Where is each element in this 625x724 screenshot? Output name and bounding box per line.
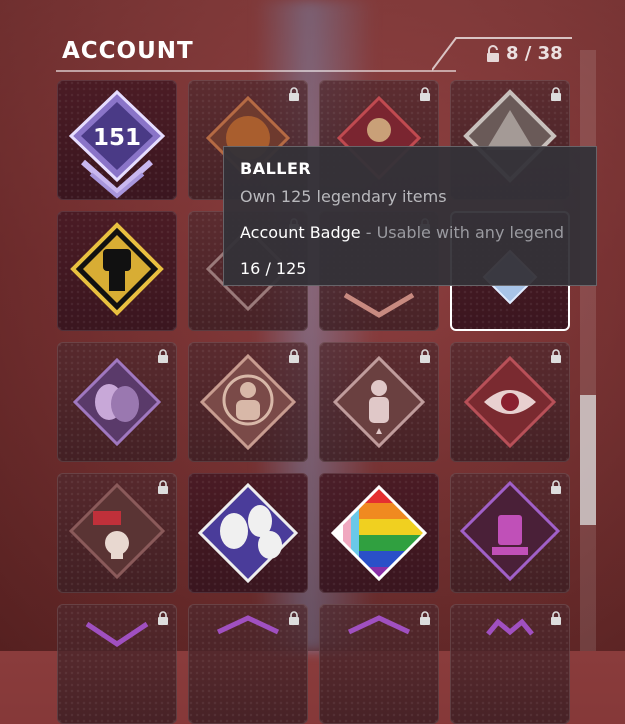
lock-icon [551,480,561,494]
tooltip-type: Account Badge - Usable with any legend [240,223,564,242]
lock-icon [551,87,561,101]
badge-tile-pride-flag[interactable] [319,473,439,593]
section-header: ACCOUNT 8 / 38 [0,0,625,80]
badge-tile-eye[interactable] [450,342,570,462]
lock-icon [289,611,299,625]
badge-tile-r5c4[interactable] [450,604,570,724]
pride-flag-icon [330,484,428,582]
badge-tile-skull-flag[interactable] [57,473,177,593]
lock-icon [551,611,561,625]
lock-icon [420,87,430,101]
badge-tile-squad[interactable] [319,342,439,462]
badge-tile-purple-emblem[interactable] [450,473,570,593]
badge-tile-theater-masks[interactable] [57,342,177,462]
badge-tile-target-figure[interactable] [188,342,308,462]
unlock-count-text: 8 / 38 [506,43,563,64]
lock-icon [551,349,561,363]
tooltip-description: Own 125 legendary items [240,187,447,206]
header-divider [56,70,456,72]
lock-icon [420,349,430,363]
badge-tile-dogs[interactable] [188,473,308,593]
badge-tile-level[interactable]: 151 [57,80,177,200]
level-number: 151 [92,125,141,151]
tooltip-title: BALLER [240,159,312,178]
badge-tile-raised-fist[interactable] [57,211,177,331]
badge-tooltip: BALLER Own 125 legendary items Account B… [223,146,597,286]
lock-icon [158,480,168,494]
tooltip-type-label: Account Badge [240,223,361,242]
tooltip-type-detail: Usable with any legend [376,223,565,242]
unlock-counter: 8 / 38 [486,43,563,64]
tooltip-type-separator: - [360,223,377,242]
lock-icon [289,87,299,101]
lock-icon [420,611,430,625]
badge-tile-r5c2[interactable] [188,604,308,724]
section-title: ACCOUNT [62,38,194,64]
badge-tile-r5c1[interactable] [57,604,177,724]
tooltip-progress: 16 / 125 [240,259,307,278]
lock-open-icon [487,45,499,62]
scrollbar-track[interactable] [580,50,596,651]
dogs-icon [197,482,299,584]
scrollbar-thumb[interactable] [580,395,596,525]
raised-fist-icon [70,222,164,316]
badge-tile-r5c3[interactable] [319,604,439,724]
lock-icon [158,349,168,363]
lock-icon [289,349,299,363]
lock-icon [158,611,168,625]
